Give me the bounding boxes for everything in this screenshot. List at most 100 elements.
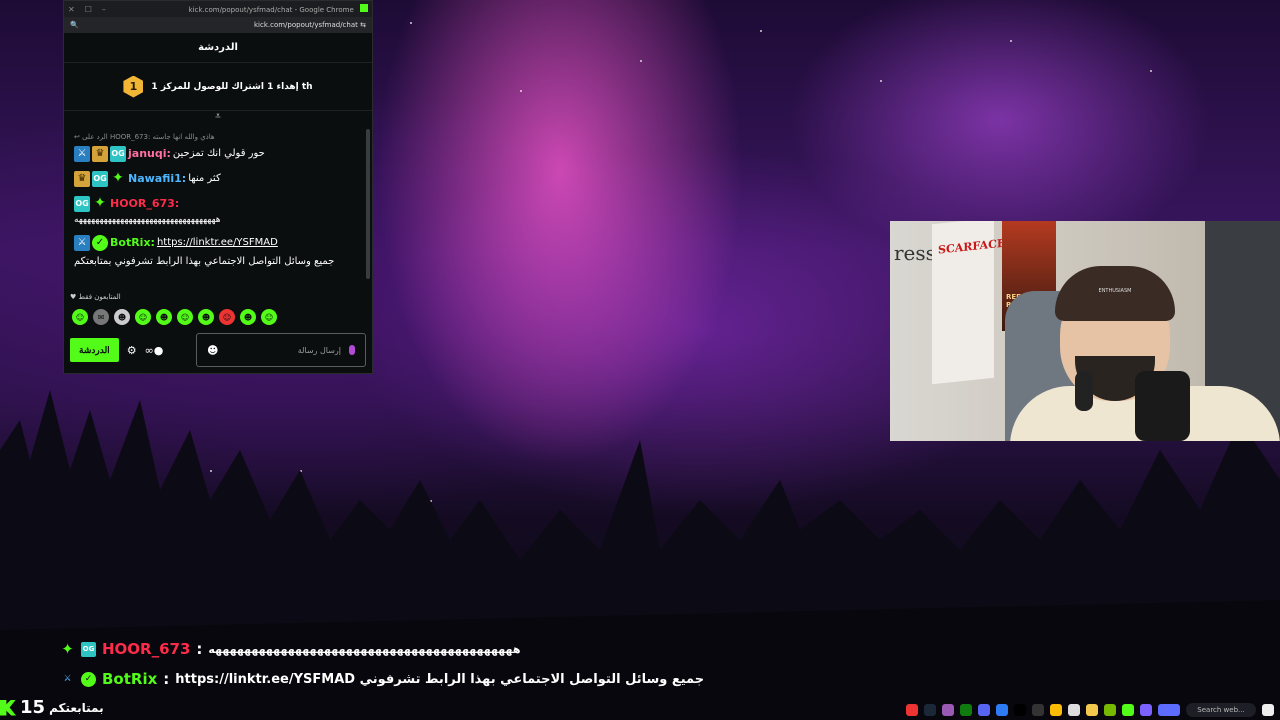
chat-link[interactable]: https://linktr.ee/YSFMAD xyxy=(157,234,278,251)
app-icon[interactable] xyxy=(1158,704,1180,716)
chat-messages: ↩ الرد على HOOR_673: هاذي والله انها جاس… xyxy=(74,133,360,278)
emote-icon[interactable]: ☻ xyxy=(240,309,256,325)
reply-line[interactable]: ↩ الرد على HOOR_673: هاذي والله انها جاس… xyxy=(74,133,360,141)
app-icon[interactable] xyxy=(996,704,1008,716)
maximize-window-icon[interactable]: ☐ xyxy=(85,5,92,14)
chat-message-text: كثر منها xyxy=(188,173,221,184)
nvidia-icon[interactable] xyxy=(1104,704,1116,716)
streamer-cap: ENTHUSIASM xyxy=(1055,266,1175,321)
emote-icon[interactable]: ☻ xyxy=(198,309,214,325)
overlay-separator: : xyxy=(196,640,203,658)
kick-icon xyxy=(360,4,368,12)
discord-icon[interactable] xyxy=(978,704,990,716)
site-info-icon[interactable]: 🔍 xyxy=(70,21,79,29)
emote-icon[interactable]: ☺ xyxy=(261,309,277,325)
emote-icon[interactable]: ☺ xyxy=(72,309,88,325)
community-icon[interactable]: ∞● xyxy=(145,344,164,357)
emote-icon[interactable]: ☺ xyxy=(135,309,151,325)
send-chat-button[interactable]: الدردشة xyxy=(70,338,119,362)
chat-message-text: ههههههههههههههههههههههههههههههههههه xyxy=(74,215,221,225)
chat-username[interactable]: januqi: xyxy=(128,145,171,162)
chat-message[interactable]: ♛ OG ✦ Nawafii1: كثر منها xyxy=(74,170,360,187)
chat-input-row: الدردشة ⚙ ∞● ☻ إرسال رسالة xyxy=(70,333,366,367)
og-badge-icon: OG xyxy=(81,641,96,657)
verified-badge-icon: ✓ xyxy=(92,234,108,251)
xbox-icon[interactable] xyxy=(960,704,972,716)
chat-username[interactable]: Nawafii1: xyxy=(128,170,186,187)
crown-badge-icon: ♛ xyxy=(74,170,90,187)
og-badge-icon: OG xyxy=(110,145,126,162)
chat-input-placeholder: إرسال رسالة xyxy=(297,345,341,355)
emote-bar: ☺ ✉ ☻ ☺ ☻ ☺ ☻ ☺ ☻ ☺ xyxy=(72,309,277,325)
star-badge-icon: ✦ xyxy=(94,195,106,211)
overlay-username: BotRix xyxy=(102,670,158,688)
app-icon[interactable] xyxy=(942,704,954,716)
chat-popup-window: ✕ ☐ – kick.com/popout/ysfmad/chat - Goog… xyxy=(63,0,373,374)
moderator-badge-icon: ⚔ xyxy=(74,234,90,251)
kick-app-icon[interactable] xyxy=(1122,704,1134,716)
emote-icon[interactable]: ☺ xyxy=(219,309,235,325)
app-icon[interactable] xyxy=(1068,704,1080,716)
close-window-icon[interactable]: ✕ xyxy=(68,5,75,14)
headset xyxy=(1075,371,1093,411)
settings-gear-icon[interactable]: ⚙ xyxy=(127,344,137,357)
star-badge-icon: ✦ xyxy=(112,170,124,186)
tune-icon[interactable]: ⇆ xyxy=(360,21,366,29)
overlay-separator: : xyxy=(163,670,170,688)
crown-badge-icon: ♛ xyxy=(92,145,108,162)
emote-icon[interactable]: ☺ xyxy=(177,309,193,325)
sub-goal-hex-icon: 1 xyxy=(123,75,144,98)
minimize-window-icon[interactable]: – xyxy=(102,5,106,14)
window-titlebar: ✕ ☐ – kick.com/popout/ysfmad/chat - Goog… xyxy=(64,1,372,17)
followers-only-label: ♥ المتابعون فقط xyxy=(70,293,121,301)
url-bar[interactable]: 🔍 kick.com/popout/ysfmad/chat ⇆ xyxy=(64,17,372,33)
overlay-chat-message: ⚔ ✓ BotRix : https://linktr.ee/YSFMAD جم… xyxy=(60,670,704,688)
star-badge-icon: ✦ xyxy=(61,640,74,658)
verified-badge-icon: ✓ xyxy=(81,671,96,687)
chat-message-input[interactable]: ☻ إرسال رسالة xyxy=(196,333,366,367)
sub-goal-banner[interactable]: 1 إهداء 1 اشتراك للوصول للمركز 1 th xyxy=(64,63,372,111)
follow-counter: 15 بمتابعتكم xyxy=(0,697,104,718)
microphone-icon[interactable] xyxy=(349,345,355,355)
overlay-username: HOOR_673 xyxy=(102,640,191,658)
chat-message[interactable]: OG ✦ HOOR_673: ههههههههههههههههههههههههه… xyxy=(74,195,360,226)
tiktok-icon[interactable] xyxy=(1014,704,1026,716)
overlay-chat-message: ✦ OG HOOR_673 : هههههههههههههههههههههههه… xyxy=(60,640,520,658)
chat-message-text: جميع وسائل التواصل الاجتماعي بهذا الرابط… xyxy=(74,256,335,267)
chat-message[interactable]: ⚔ ✓ BotRix: https://linktr.ee/YSFMAD جمي… xyxy=(74,234,360,270)
moderator-badge-icon: ⚔ xyxy=(74,145,90,162)
app-grid-icon[interactable] xyxy=(1262,704,1274,716)
heart-icon: ♥ xyxy=(70,293,79,301)
chat-message[interactable]: ⚔ ♛ OG januqi: حور قولي انك تمزحين xyxy=(74,145,360,162)
collapse-pinned-icon[interactable]: ⩡ xyxy=(64,111,372,123)
app-icon[interactable] xyxy=(906,704,918,716)
og-badge-icon: OG xyxy=(74,195,90,212)
chat-username[interactable]: HOOR_673: xyxy=(110,195,179,212)
reply-icon: ↩ xyxy=(74,133,83,141)
emote-icon[interactable]: ☻ xyxy=(114,309,130,325)
window-title: kick.com/popout/ysfmad/chat - Google Chr… xyxy=(188,6,354,14)
app-icon[interactable] xyxy=(1140,704,1152,716)
emote-icon[interactable]: ✉ xyxy=(93,309,109,325)
app-icon[interactable] xyxy=(1032,704,1044,716)
taskbar-search[interactable]: Search web... xyxy=(1186,703,1256,717)
moderator-badge-icon: ⚔ xyxy=(63,674,72,684)
overlay-message-text: https://linktr.ee/YSFMAD جميع وسائل التو… xyxy=(175,671,705,687)
microphone xyxy=(1135,371,1190,441)
folder-icon[interactable] xyxy=(1086,704,1098,716)
emote-icon[interactable]: ☻ xyxy=(156,309,172,325)
sub-goal-text: إهداء 1 اشتراك للوصول للمركز 1 th xyxy=(151,81,313,92)
follow-label: بمتابعتكم xyxy=(49,700,104,715)
follow-count: 15 xyxy=(20,697,46,718)
wall-text: ress xyxy=(894,241,936,265)
webcam-feed: ress SCARFACE RED DEAD REDEMPTION ENTHUS… xyxy=(890,221,1280,441)
url-text: kick.com/popout/ysfmad/chat xyxy=(253,21,358,29)
chrome-icon[interactable] xyxy=(1050,704,1062,716)
chat-scrollbar[interactable] xyxy=(366,129,370,279)
steam-icon[interactable] xyxy=(924,704,936,716)
og-badge-icon: OG xyxy=(92,170,108,187)
scarface-poster: SCARFACE xyxy=(932,221,1005,385)
chat-username[interactable]: BotRix: xyxy=(110,234,155,251)
emoji-icon[interactable]: ☻ xyxy=(207,344,218,357)
overlay-message-text: هههههههههههههههههههههههههههههههههههههههه… xyxy=(208,642,521,656)
